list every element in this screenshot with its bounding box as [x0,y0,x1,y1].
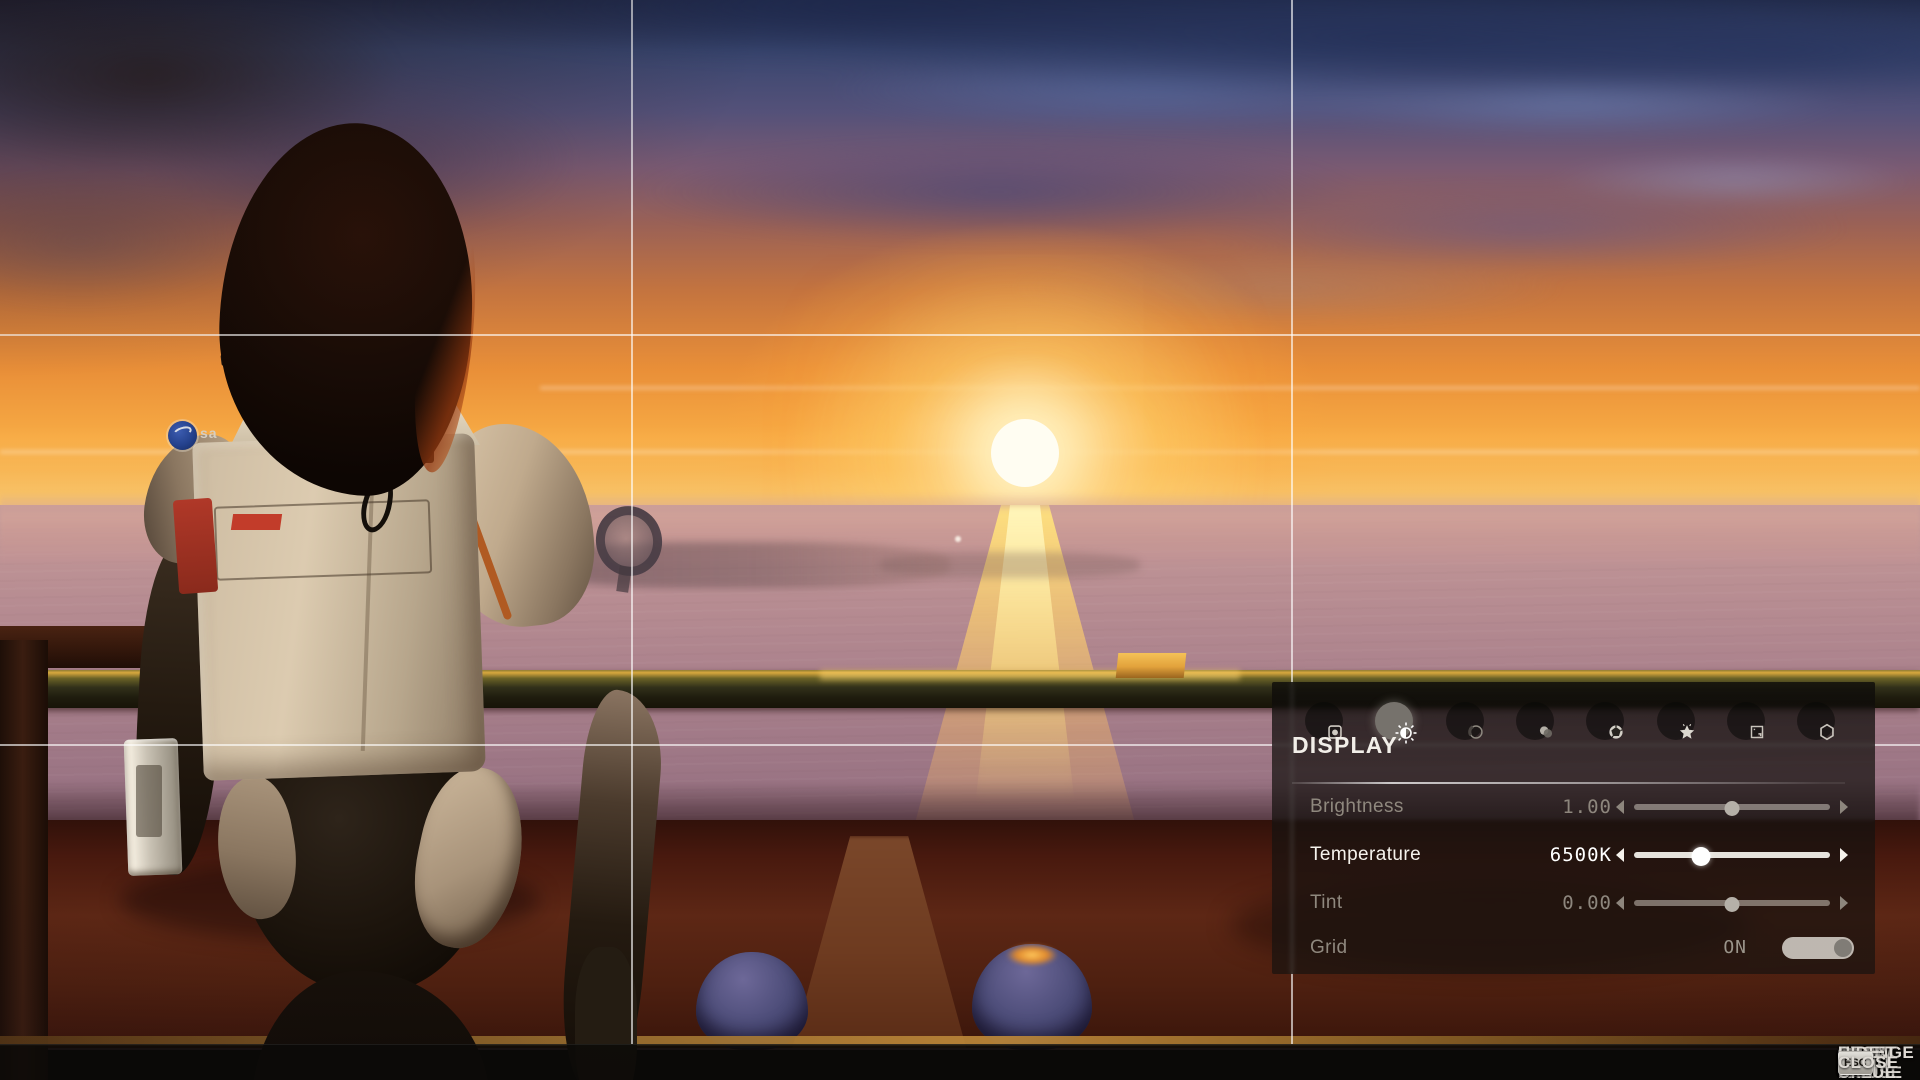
tab-contrast[interactable] [1446,702,1484,740]
temperature-slider-track[interactable] [1634,852,1830,858]
photo-mode-screen: sa [0,0,1920,1080]
grid-label: Grid [1310,929,1348,967]
temperature-row: Temperature 6500K [1272,836,1875,874]
backpack-red-patch [173,498,218,594]
temperature-slider-handle[interactable] [1691,847,1710,866]
brightness-slider-handle[interactable] [1725,801,1740,816]
backpack-lower-panel [214,499,432,580]
tint-slider-track[interactable] [1634,900,1830,906]
railing-post-left [0,640,48,1080]
backpack-red-stripe [231,514,282,530]
hotkey-bar: ALT SHOW MOUSE F MENU T Y CHANGE TAB R R… [0,1044,1920,1080]
temperature-slider[interactable] [1616,836,1848,874]
hotkey-label: CLOSE [1838,1053,1899,1073]
decrease-arrow-icon[interactable] [1616,896,1624,910]
railing-post-cap [1116,653,1187,678]
tab-aperture[interactable] [1586,702,1624,740]
brightness-row: Brightness 1.00 [1272,788,1875,826]
tint-slider[interactable] [1616,884,1848,922]
tint-value: 0.00 [1452,884,1612,922]
astronaut-character: sa [120,115,660,1080]
increase-arrow-icon[interactable] [1840,848,1848,862]
temperature-label: Temperature [1310,836,1421,874]
temperature-value: 6500K [1452,836,1612,874]
grid-overlay-horizontal-line [0,334,1920,336]
wrist-device-screen [136,765,162,837]
display-settings-panel: DISPLAY Brightness 1.00 Temperature 6500… [1272,682,1875,974]
grid-overlay-vertical-line [631,0,633,1044]
brightness-slider[interactable] [1616,788,1848,826]
grid-toggle-state: ON [1723,929,1747,967]
grid-row: Grid ON [1272,929,1875,967]
tab-color-blend[interactable] [1516,702,1554,740]
tab-hexagon[interactable] [1797,702,1835,740]
sun [991,419,1059,487]
increase-arrow-icon[interactable] [1840,800,1848,814]
tab-crop-frame[interactable] [1727,702,1765,740]
decrease-arrow-icon[interactable] [1616,800,1624,814]
tab-star[interactable] [1657,702,1695,740]
railing-post-mid [1122,658,1180,1050]
brightness-slider-track[interactable] [1634,804,1830,810]
panel-divider [1292,782,1845,784]
tint-label: Tint [1310,884,1343,922]
dome-light [1006,944,1058,966]
tint-slider-handle[interactable] [1725,897,1740,912]
decrease-arrow-icon[interactable] [1616,848,1624,862]
brightness-value: 1.00 [1452,788,1612,826]
distant-light [955,536,961,542]
logo-text: sa [200,425,218,441]
tint-row: Tint 0.00 [1272,884,1875,922]
grid-toggle-knob[interactable] [1834,939,1852,957]
grid-toggle[interactable] [1782,937,1854,959]
increase-arrow-icon[interactable] [1840,896,1848,910]
panel-title: DISPLAY [1292,732,1398,759]
distant-coastline [880,552,1140,578]
brightness-label: Brightness [1310,788,1404,826]
